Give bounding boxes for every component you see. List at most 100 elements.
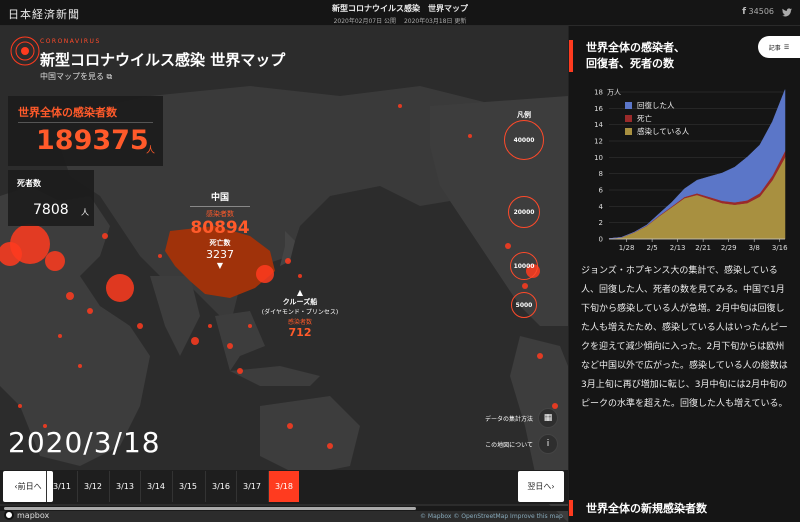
current-date: 2020/3/18 (8, 426, 161, 459)
data-method-button[interactable]: データの集計方法 ▦ (485, 408, 558, 428)
panel-title-line1: 世界全体の感染者、 (586, 41, 685, 54)
y-tick-label: 12 (594, 138, 603, 146)
mapbox-icon (4, 510, 14, 520)
y-tick-label: 6 (599, 187, 604, 195)
us-bubble (505, 243, 511, 249)
next-day-label: 翌日へ (527, 482, 552, 491)
date-timeline: ‹ 前日へ 3/11 3/12 3/13 3/14 3/15 3/16 3/17… (0, 470, 568, 504)
china-infected-value: 80894 (190, 218, 250, 238)
about-map-button[interactable]: この地図について i (485, 434, 558, 454)
china-death-value: 3237 (206, 248, 234, 261)
article-menu-button[interactable]: 記事 ☰ (758, 36, 800, 58)
total-infected-unit: 人 (146, 146, 156, 156)
y-tick-label: 8 (599, 170, 603, 178)
facebook-icon: f (742, 7, 746, 17)
next-day-button[interactable]: 翌日へ › (518, 471, 564, 502)
y-tick-label: 16 (594, 105, 603, 113)
total-deaths-value: 7808 (33, 202, 69, 218)
y-tick-label: 18 (594, 89, 603, 97)
timeline-day[interactable]: 3/16 (205, 471, 236, 502)
cruise-callout[interactable]: ▲ クルーズ船 (ダイヤモンド・プリンセス) 感染者数 712 (250, 288, 350, 339)
china-map-link-label: 中国マップを見る (40, 72, 104, 81)
cruise-name: クルーズ船 (282, 298, 318, 306)
updated-date: 2020年03月18日 更新 (403, 18, 467, 25)
data-method-label: データの集計方法 (484, 415, 533, 423)
timeline-day[interactable]: 3/17 (236, 471, 267, 502)
legend-swatch (625, 102, 632, 109)
mapbox-logo[interactable]: mapbox (4, 510, 49, 520)
total-deaths-box: 死者数 7808 人 (8, 170, 94, 226)
legend-circle-5000: 5000 (511, 292, 537, 318)
timeline-day[interactable]: 3/13 (109, 471, 140, 502)
article-title: 新型コロナウイルス感染 世界マップ (332, 4, 468, 13)
x-tick-label: 1/28 (619, 244, 635, 252)
divider (190, 206, 250, 207)
nikkei-logo[interactable]: 日本経済新聞 (8, 6, 80, 22)
info-icon: i (538, 434, 558, 454)
total-infected-label: 世界全体の感染者数 (18, 106, 117, 119)
page-title: 新型コロナウイルス感染 世界マップ (40, 51, 286, 69)
published-date: 2020年02月07日 公開 (333, 18, 397, 25)
caret-down-icon: ▼ (216, 261, 224, 270)
chevron-right-icon: › (551, 482, 555, 491)
x-tick-label: 3/16 (772, 244, 788, 252)
mapbox-label: mapbox (17, 510, 50, 520)
timeline-scrollbar[interactable] (0, 506, 568, 511)
caret-up-icon: ▲ (296, 288, 304, 297)
china-callout[interactable]: 中国 感染者数 80894 死亡数 3237 ▼ (180, 190, 260, 270)
cruise-infected-label: 感染者数 (287, 319, 312, 326)
china-map-link[interactable]: 中国マップを見る ⧉ (40, 71, 112, 82)
article-dates: 2020年02月07日 公開 2020年03月18日 更新 (250, 16, 550, 25)
legend-circle-40000: 40000 (504, 120, 544, 160)
article-menu-label: 記事 (768, 44, 781, 52)
scroll-thumb[interactable] (4, 507, 416, 510)
china-name: 中国 (210, 193, 229, 203)
timeline-day[interactable]: 3/14 (140, 471, 171, 502)
china-death-label: 死亡数 (209, 239, 231, 247)
iran-bubble (106, 274, 134, 302)
x-tick-label: 2/13 (670, 244, 686, 252)
prev-day-label: 前日へ (17, 482, 42, 491)
world-map[interactable]: CORONAVIRUS 新型コロナウイルス感染 世界マップ 中国マップを見る ⧉… (0, 26, 568, 522)
legend-swatch (625, 115, 632, 122)
total-deaths-unit: 人 (81, 208, 89, 217)
panel-title-line2: 回復者、死者の数 (586, 57, 674, 70)
x-tick-label: 2/29 (721, 244, 737, 252)
table-icon: ▦ (538, 408, 558, 428)
timeline-day-active[interactable]: 3/18 (268, 471, 299, 502)
y-tick-label: 2 (599, 219, 603, 227)
divider (18, 122, 153, 123)
legend-swatch (625, 128, 632, 135)
timeline-day[interactable]: 3/12 (77, 471, 108, 502)
total-infected-box: 世界全体の感染者数 189375 人 (8, 96, 163, 166)
side-panel: 世界全体の感染者、 回復者、死者の数 記事 ☰ 0 2 4 6 8 10 12 14 16 18 万… (568, 26, 800, 522)
map-attribution[interactable]: © Mapbox © OpenStreetMap Improve this ma… (420, 513, 563, 520)
timeline-day[interactable]: 3/11 (46, 471, 77, 502)
x-tick-label: 2/5 (646, 244, 657, 252)
japan-bubble (285, 258, 291, 264)
external-link-icon: ⧉ (106, 72, 113, 81)
virus-icon (10, 36, 40, 66)
y-unit-label: 万人 (607, 89, 621, 97)
article-header: 新型コロナウイルス感染 世界マップ 2020年02月07日 公開 2020年03… (250, 3, 550, 25)
about-map-label: この地図について (485, 441, 533, 449)
brand-tag: CORONAVIRUS (40, 38, 101, 45)
legend-circle-10000: 10000 (510, 252, 538, 280)
menu-icon: ☰ (783, 43, 790, 51)
twitter-icon[interactable] (782, 7, 792, 17)
share-area: f 34506 (742, 7, 792, 17)
panel-description: ジョンズ・ホプキンス大の集計で、感染している人、回復した人、死者の数を見てみる。… (581, 266, 788, 409)
timeline-day[interactable]: 3/15 (172, 471, 203, 502)
facebook-share[interactable]: f 34506 (742, 7, 774, 17)
panel-title: 世界全体の感染者、 回復者、死者の数 (569, 40, 759, 72)
top-bar: 日本経済新聞 新型コロナウイルス感染 世界マップ 2020年02月07日 公開 … (0, 0, 800, 26)
cruise-infected-value: 712 (288, 326, 312, 339)
y-tick-label: 0 (599, 236, 603, 244)
y-tick-label: 14 (594, 121, 603, 129)
next-section-title: 世界全体の新規感染者数 (569, 500, 707, 516)
legend-label: 回復した人 (637, 100, 675, 110)
legend-title: 凡例 (517, 111, 531, 119)
y-tick-label: 10 (594, 154, 603, 162)
total-infected-value: 189375 (36, 125, 149, 156)
europe-bubble (45, 251, 65, 271)
